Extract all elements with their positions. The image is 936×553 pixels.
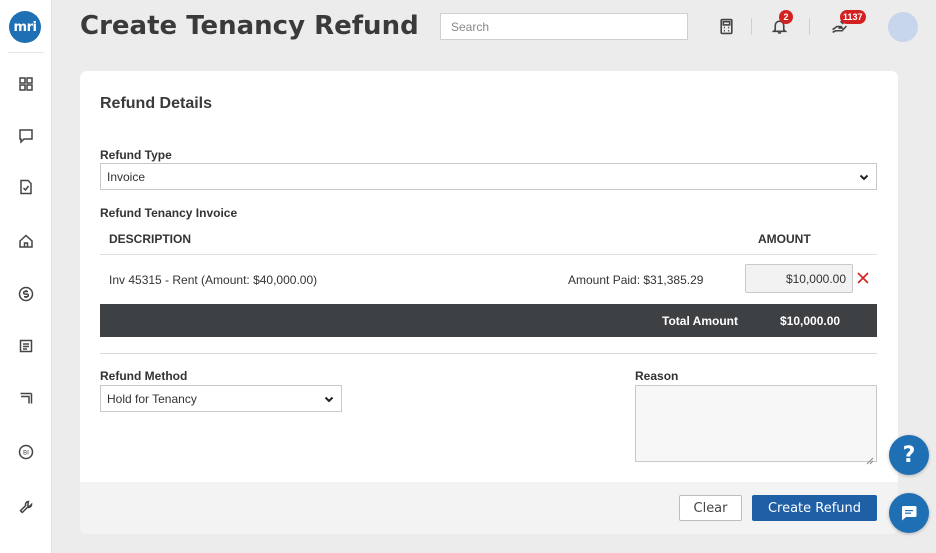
refund-type-label: Refund Type [100,148,172,162]
form-footer: Clear Create Refund [80,482,898,534]
refund-type-value: Invoice [107,169,146,184]
search-input[interactable] [440,13,688,40]
table-row: Inv 45315 - Rent (Amount: $40,000.00) Am… [100,256,877,302]
refund-method-select[interactable]: Hold for Tenancy [100,385,342,412]
invoice-table-header: DESCRIPTION AMOUNT [100,231,877,255]
remove-row-button[interactable] [855,270,871,286]
tasks-button[interactable]: 1137 [827,10,866,38]
chat-button[interactable] [889,493,929,533]
calendar-icon [20,392,33,404]
report-icon [19,339,33,353]
app-root: mri BI Create Tenancy Refund Search 2 11… [0,0,936,553]
sidebar-item-finance[interactable] [14,282,38,306]
section-divider [100,353,877,354]
section-title: Refund Details [100,95,213,112]
bi-circle-icon: BI [18,444,34,460]
header-separator [751,18,752,35]
refund-invoice-label: Refund Tenancy Invoice [100,206,238,220]
reason-textarea[interactable] [635,385,877,462]
refund-details-card: Refund Details Refund Type Invoice Refun… [80,71,898,534]
page-title: Create Tenancy Refund [80,11,419,41]
refund-type-select[interactable]: Invoice [100,163,877,190]
notifications-badge: 2 [779,10,793,24]
sidebar-item-reports[interactable] [14,334,38,358]
sidebar-item-documents[interactable] [14,175,38,199]
invoice-description: Inv 45315 - Rent (Amount: $40,000.00) [109,273,318,287]
tasks-badge: 1137 [840,10,866,24]
sidebar-item-dashboard[interactable] [14,72,38,96]
invoice-amount-paid: Amount Paid: $31,385.29 [568,273,704,287]
refund-method-label: Refund Method [100,369,188,383]
sidebar-divider [8,52,44,53]
top-header: Create Tenancy Refund 2 1137 [52,0,936,53]
sidebar: mri BI [0,0,52,553]
svg-text:BI: BI [23,450,29,457]
user-avatar[interactable] [888,12,918,42]
sidebar-item-tools[interactable] [14,495,38,519]
total-amount-bar: Total Amount $10,000.00 [100,304,877,337]
mri-logo[interactable]: mri [9,11,41,43]
chat-message-icon [901,506,917,521]
column-header-description: DESCRIPTION [109,232,192,246]
reason-label: Reason [635,369,679,383]
clear-button[interactable]: Clear [679,495,742,521]
dollar-circle-icon [18,286,34,302]
header-separator [809,18,810,35]
sidebar-item-properties[interactable] [14,229,38,253]
sidebar-item-messages[interactable] [14,124,38,148]
sidebar-item-bi[interactable]: BI [14,440,38,464]
refund-amount-input[interactable] [745,264,853,293]
refund-method-value: Hold for Tenancy [107,391,197,406]
chevron-down-icon [323,393,335,405]
calculator-button[interactable] [714,14,738,38]
chat-bubble-icon [19,129,33,144]
notifications-button[interactable]: 2 [767,10,793,38]
document-check-icon [20,179,32,195]
wrench-icon [19,500,33,514]
calculator-icon [719,18,733,34]
help-button[interactable]: ? [889,435,929,475]
total-amount-label: Total Amount [662,314,738,328]
resize-grip-icon[interactable] [866,452,874,465]
column-header-amount: AMOUNT [758,232,811,246]
chevron-down-icon [858,171,870,183]
home-icon [19,234,33,248]
create-refund-button[interactable]: Create Refund [752,495,877,521]
total-amount-value: $10,000.00 [780,314,841,328]
close-icon [857,272,869,284]
sidebar-item-calendar[interactable] [14,386,38,410]
dashboard-grid-icon [19,77,33,91]
